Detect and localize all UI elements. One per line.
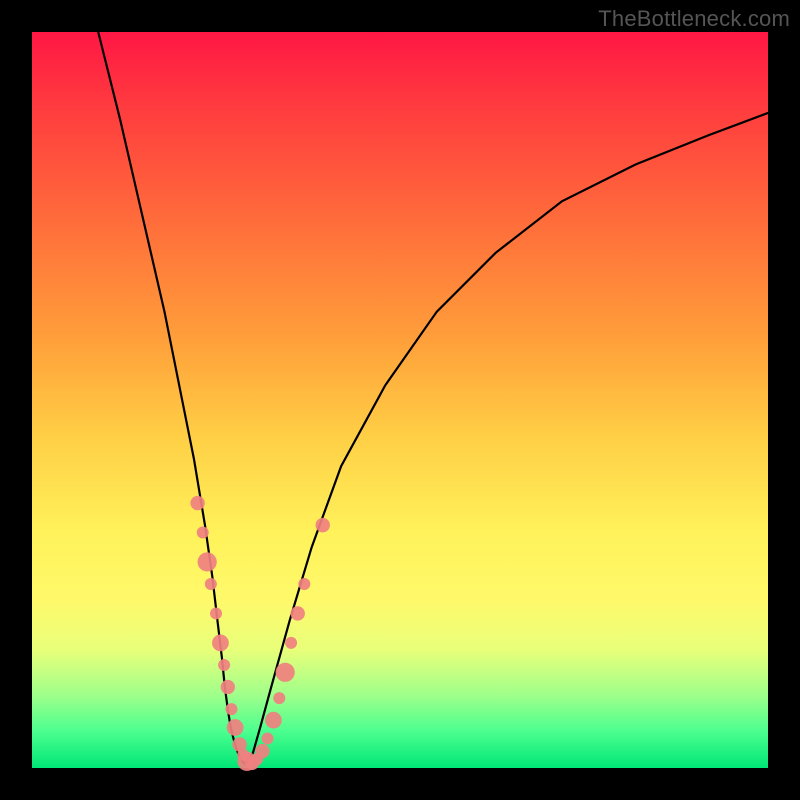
data-marker [212, 634, 229, 651]
data-marker [298, 578, 310, 590]
data-marker [227, 719, 244, 736]
chart-frame: TheBottleneck.com [0, 0, 800, 800]
data-marker [285, 637, 297, 649]
data-marker [198, 552, 217, 571]
curve-left-curve [98, 32, 245, 764]
data-marker [205, 578, 217, 590]
plot-area [32, 32, 768, 768]
data-marker [262, 733, 274, 745]
data-marker [255, 744, 269, 758]
watermark-text: TheBottleneck.com [598, 6, 790, 32]
data-marker [197, 526, 209, 538]
chart-svg [32, 32, 768, 768]
data-marker [273, 692, 285, 704]
data-marker [316, 518, 330, 532]
data-marker [291, 606, 305, 620]
data-marker [210, 607, 222, 619]
data-marker [276, 663, 295, 682]
data-marker [225, 703, 237, 715]
data-marker [218, 659, 230, 671]
data-marker [190, 496, 204, 510]
data-marker [221, 680, 235, 694]
curve-right-curve [245, 113, 768, 764]
data-marker [265, 712, 282, 729]
curve-layer [98, 32, 768, 764]
